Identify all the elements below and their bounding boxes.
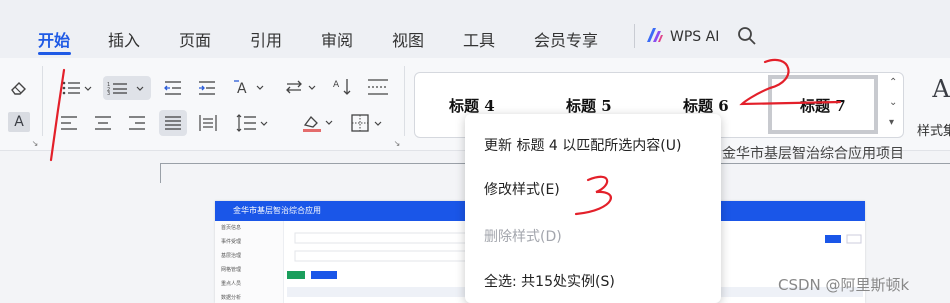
tab-reference[interactable]: 引用 (250, 27, 282, 51)
line-spacing-icon[interactable] (234, 112, 270, 134)
embedded-side-item: 网格管理 (221, 267, 242, 273)
style-heading-7[interactable]: 标题 7 (768, 75, 878, 134)
align-right-icon[interactable] (126, 112, 148, 134)
wps-ai-label: WPS AI (670, 29, 720, 45)
tab-start[interactable]: 开始 (38, 27, 70, 51)
tab-view[interactable]: 视图 (392, 27, 424, 51)
group-divider (42, 66, 43, 136)
paragraph-dialog-launcher-icon[interactable]: ↘ (392, 138, 402, 148)
svg-text:3: 3 (107, 91, 110, 95)
embedded-side-item: 首页信息 (221, 225, 242, 231)
menu-modify-style[interactable]: 修改样式(E) (484, 179, 560, 199)
numbered-list-icon[interactable]: 123 (103, 76, 151, 100)
embedded-side-item: 基层治理 (221, 253, 242, 259)
shading-icon[interactable] (300, 110, 334, 136)
line-direction-icon[interactable] (284, 76, 318, 98)
gallery-down-icon[interactable]: ⌄ (889, 97, 897, 108)
bullet-list-icon[interactable] (60, 78, 94, 98)
borders-icon[interactable] (350, 112, 384, 134)
page-corner-mark (160, 163, 161, 183)
menu-select-all-instances[interactable]: 全选: 共15处实例(S) (484, 271, 615, 291)
distributed-icon[interactable] (366, 76, 390, 98)
style-heading-4[interactable]: 标题 4 (449, 95, 495, 116)
menu-update-style[interactable]: 更新 标题 4 以匹配所选内容(U) (484, 135, 681, 155)
style-set-icon[interactable]: A (930, 74, 950, 104)
sort-icon[interactable]: A (332, 76, 354, 98)
tab-membership[interactable]: 会员专享 (534, 27, 598, 51)
tab-insert[interactable]: 插入 (108, 27, 140, 51)
align-left-icon[interactable] (58, 112, 80, 134)
embedded-side-item: 重点人员 (221, 281, 242, 287)
wps-ai-logo-icon (646, 27, 664, 47)
justify-icon[interactable] (159, 110, 187, 136)
tab-tools[interactable]: 工具 (463, 27, 495, 51)
dialog-launcher-icon[interactable]: ↘ (30, 138, 40, 148)
csdn-watermark: CSDN @阿里斯顿k (778, 276, 910, 294)
wps-ai-button[interactable]: WPS AI (646, 27, 719, 47)
gallery-more-icon[interactable]: ▾ (889, 117, 894, 128)
embedded-side-item: 数据分析 (221, 295, 242, 301)
tab-divider (634, 24, 635, 48)
tab-page[interactable]: 页面 (179, 27, 211, 51)
ribbon-tab-bar: 开始 插入 页面 引用 审阅 视图 工具 会员专享 WPS AI (0, 0, 950, 58)
embedded-side-item: 事件受理 (221, 239, 242, 245)
svg-text:A: A (333, 80, 340, 90)
style-set-label[interactable]: 样式集 (917, 120, 950, 139)
embedded-sidebar: 首页信息 事件受理 基层治理 网格管理 重点人员 数据分析 (215, 221, 284, 303)
gallery-up-icon[interactable]: ⌃ (889, 77, 897, 88)
document-header-text: 金华市基层智治综合应用项目 (722, 146, 904, 162)
menu-delete-style: 删除样式(D) (484, 229, 562, 245)
group-divider (404, 66, 405, 136)
style-context-menu: 更新 标题 4 以匹配所选内容(U) 修改样式(E) 删除样式(D) 全选: 共… (465, 114, 721, 303)
search-icon[interactable] (737, 26, 757, 50)
eraser-icon[interactable] (8, 78, 30, 98)
style-heading-6[interactable]: 标题 6 (683, 95, 729, 116)
svg-text:A: A (237, 81, 247, 96)
tab-review[interactable]: 审阅 (321, 27, 353, 51)
active-tab-indicator (38, 52, 71, 55)
decrease-indent-icon[interactable] (162, 78, 184, 98)
increase-indent-icon[interactable] (196, 78, 218, 98)
align-center-icon[interactable] (92, 112, 114, 134)
style-heading-5[interactable]: 标题 5 (566, 95, 612, 116)
text-direction-icon[interactable]: A (232, 76, 266, 98)
character-shading-icon[interactable]: A (8, 112, 30, 132)
distribute-align-icon[interactable] (196, 112, 220, 134)
embedded-app-title: 金华市基层智治综合应用 (233, 206, 321, 215)
